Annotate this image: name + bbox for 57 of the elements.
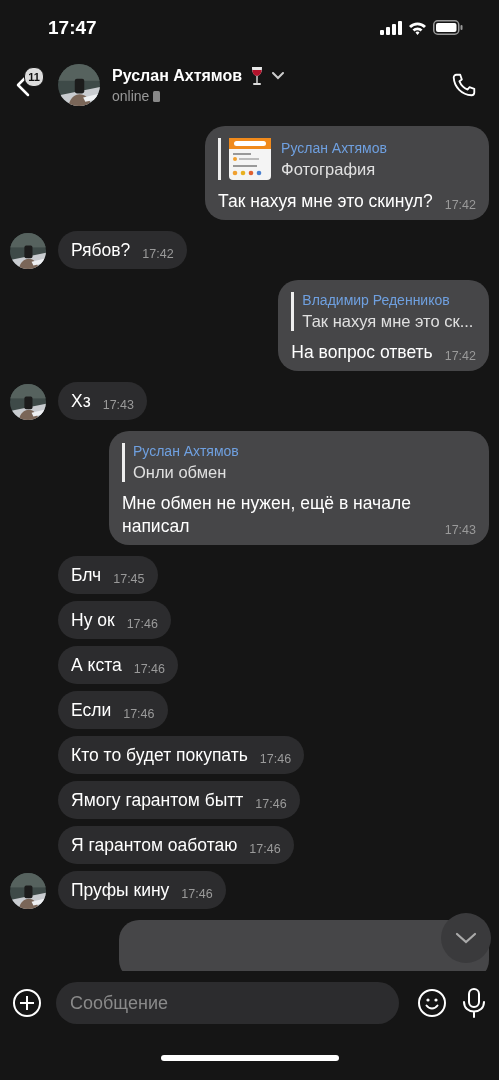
message-text: На вопрос ответь xyxy=(291,341,433,364)
online-status: online xyxy=(112,88,150,104)
message-time: 17:46 xyxy=(123,707,155,722)
message-time: 17:43 xyxy=(102,398,134,413)
reply-text: Фотография xyxy=(281,159,377,179)
message-text: Так нахуя мне это скинул? xyxy=(218,190,433,213)
message-text: Блч xyxy=(71,564,102,587)
chevron-down-icon[interactable] xyxy=(272,72,285,80)
scroll-down-button[interactable] xyxy=(441,913,491,963)
phone-device-icon xyxy=(153,90,161,102)
back-button[interactable]: 11 xyxy=(10,65,46,105)
signal-icon xyxy=(380,20,402,35)
message-text: А кста xyxy=(71,654,122,677)
message-field[interactable]: Сообщение xyxy=(56,982,399,1024)
message-time: 17:43 xyxy=(444,523,476,538)
message-time: 17:42 xyxy=(142,247,174,262)
message-text: Ямогу гарантом бытт xyxy=(71,789,244,812)
avatar xyxy=(10,384,46,420)
message-text: Я гарантом оаботаю xyxy=(71,834,238,857)
message-time: 17:46 xyxy=(249,842,281,857)
avatar xyxy=(10,233,46,269)
message-time: 17:45 xyxy=(113,572,145,587)
message-time: 17:46 xyxy=(259,752,292,767)
message-text: Мне обмен не нужен, ещё в начале написал xyxy=(122,492,412,538)
reply-author: Владимир Реденников xyxy=(302,292,451,308)
wine-glass-icon xyxy=(250,66,265,86)
message-text: Если xyxy=(71,699,112,722)
wifi-icon xyxy=(408,20,427,35)
message-time: 17:42 xyxy=(444,349,476,364)
message-text: Кто то будет покупать xyxy=(71,744,248,767)
phone-call-icon[interactable] xyxy=(451,72,477,98)
chevron-down-icon xyxy=(455,932,477,944)
quoted-reply[interactable]: Владимир Реденников Так нахуя мне это ск... xyxy=(291,292,476,331)
message-time: 17:46 xyxy=(255,797,287,812)
message-time: 17:46 xyxy=(133,662,165,677)
quoted-reply[interactable]: Руслан Ахтямов Онли обмен xyxy=(122,443,476,482)
reply-text: Онли обмен xyxy=(133,463,228,482)
add-icon[interactable] xyxy=(12,988,42,1018)
unread-badge: 11 xyxy=(24,67,44,87)
status-time: 17:47 xyxy=(48,16,97,39)
message-text: Пруфы кину xyxy=(71,879,170,902)
reply-author: Руслан Ахтямов xyxy=(133,443,239,459)
avatar xyxy=(10,873,46,909)
battery-icon xyxy=(433,20,463,35)
quoted-reply[interactable]: Руслан Ахтямов Фотография xyxy=(218,138,476,180)
contact-name: Руслан Ахтямов xyxy=(112,67,243,85)
message-text: Рябов? xyxy=(71,239,131,262)
avatar xyxy=(58,64,100,106)
reply-text: Так нахуя мне это ск... xyxy=(302,312,474,331)
reply-author: Руслан Ахтямов xyxy=(281,139,387,156)
message-text: Хз xyxy=(71,390,91,413)
emoji-icon[interactable] xyxy=(417,988,447,1018)
message-text: Ну ок xyxy=(71,609,115,632)
microphone-icon[interactable] xyxy=(461,988,487,1018)
message-time: 17:42 xyxy=(444,198,476,213)
message-time: 17:46 xyxy=(181,887,213,902)
message-time: 17:46 xyxy=(126,617,158,632)
